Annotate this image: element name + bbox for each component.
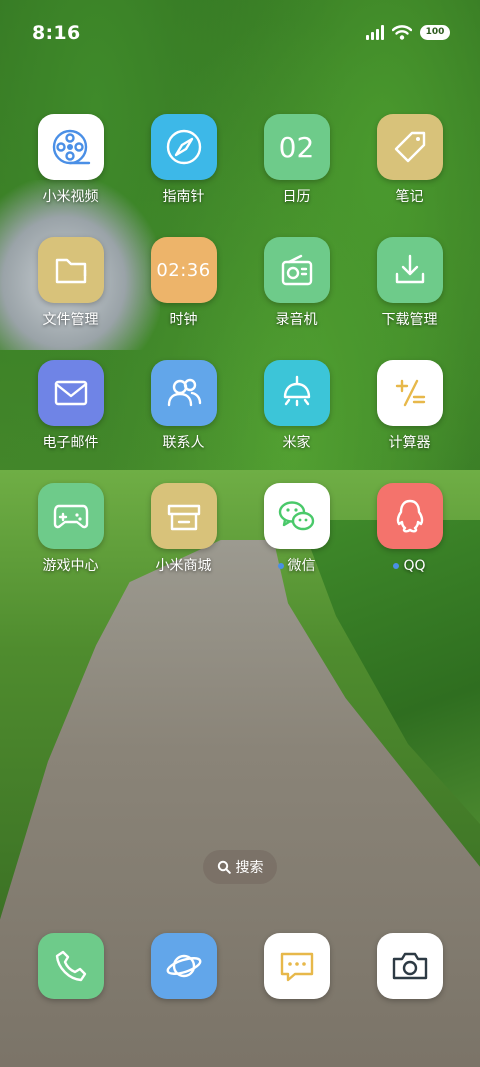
tag-icon[interactable] [376,114,443,180]
app-label: 游戏中心 [43,558,99,574]
app-label: 联系人 [163,435,205,451]
app-mi-video[interactable]: 小米视频 [14,114,127,205]
envelope-icon[interactable] [37,360,104,426]
battery-icon: 100 [420,24,450,40]
planet-browser-icon[interactable] [150,933,217,999]
app-label: 日历 [283,189,311,205]
search-button[interactable]: 搜索 [203,850,277,884]
app-label-text: 指南针 [162,189,205,205]
app-calculator[interactable]: 计算器 [353,360,466,451]
film-reel-icon[interactable] [37,114,104,180]
camera-icon[interactable] [376,933,443,999]
app-icon-text: 02 [278,130,315,164]
new-install-dot [277,563,284,569]
app-label-text: 米家 [282,435,311,451]
app-recorder[interactable]: 录音机 [240,237,353,328]
phone-icon[interactable] [37,933,104,999]
app-label: 下载管理 [382,312,438,328]
dock [14,933,466,999]
app-label: 电子邮件 [43,435,99,451]
app-camera[interactable] [353,933,466,999]
signal-icon [366,24,384,40]
app-label-text: QQ [403,558,426,574]
app-browser[interactable] [127,933,240,999]
app-notes[interactable]: 笔记 [353,114,466,205]
app-label: 小米商城 [156,558,212,574]
app-label-text: 微信 [287,558,316,574]
app-label-text: 录音机 [275,312,318,328]
app-label-text: 下载管理 [381,312,438,328]
app-label-text: 小米视频 [42,189,99,205]
app-contacts[interactable]: 联系人 [127,360,240,451]
app-label-text: 笔记 [395,189,424,205]
app-game-center[interactable]: 游戏中心 [14,483,127,574]
digital-clock-icon[interactable]: 02:36 [150,237,217,303]
wifi-icon [392,25,412,40]
app-qq[interactable]: QQ [353,483,466,574]
app-mi-home[interactable]: 米家 [240,360,353,451]
app-downloads[interactable]: 下载管理 [353,237,466,328]
ceiling-lamp-icon[interactable] [263,360,330,426]
app-wechat[interactable]: 微信 [240,483,353,574]
app-messages[interactable] [240,933,353,999]
app-label-text: 联系人 [162,435,205,451]
app-label-text: 小米商城 [155,558,212,574]
app-phone[interactable] [14,933,127,999]
search-icon [217,860,231,874]
radio-recorder-icon[interactable] [263,237,330,303]
app-label-text: 时钟 [169,312,198,328]
app-label: 指南针 [163,189,205,205]
status-icons: 100 [366,24,450,40]
app-label-text: 电子邮件 [42,435,99,451]
app-icon-text: 02:36 [156,259,211,281]
folder-icon[interactable] [37,237,104,303]
contacts-people-icon[interactable] [150,360,217,426]
app-label-text: 计算器 [388,435,431,451]
storefront-icon[interactable] [150,483,217,549]
gamepad-icon[interactable] [37,483,104,549]
download-icon[interactable] [376,237,443,303]
app-file-manager[interactable]: 文件管理 [14,237,127,328]
app-calendar[interactable]: 02 日历 [240,114,353,205]
search-label: 搜索 [235,860,264,876]
status-time: 8:16 [32,22,81,44]
calendar-date-icon[interactable]: 02 [263,114,330,180]
app-compass[interactable]: 指南针 [127,114,240,205]
app-label: 文件管理 [43,312,99,328]
qq-penguin-icon[interactable] [376,483,443,549]
app-label: 笔记 [396,189,424,205]
app-label-text: 游戏中心 [42,558,99,574]
app-label-text: 日历 [282,189,311,205]
message-bubble-icon[interactable] [263,933,330,999]
app-label: 微信 [277,558,316,574]
app-label: 录音机 [276,312,318,328]
app-label: 时钟 [170,312,198,328]
app-label: 米家 [283,435,311,451]
app-email[interactable]: 电子邮件 [14,360,127,451]
app-clock[interactable]: 02:36 时钟 [127,237,240,328]
calculator-icon[interactable] [376,360,443,426]
status-bar: 8:16 100 [0,0,480,64]
app-label: QQ [393,558,426,574]
app-grid: 小米视频 指南针 02 日历 笔记文件管理 02:36 时钟 录音机 下载管理电子邮件 联系人 米家… [14,114,466,574]
new-install-dot [393,563,400,569]
compass-icon[interactable] [150,114,217,180]
wechat-icon[interactable] [263,483,330,549]
app-mi-store[interactable]: 小米商城 [127,483,240,574]
app-label-text: 文件管理 [42,312,99,328]
app-label: 计算器 [389,435,431,451]
app-label: 小米视频 [43,189,99,205]
